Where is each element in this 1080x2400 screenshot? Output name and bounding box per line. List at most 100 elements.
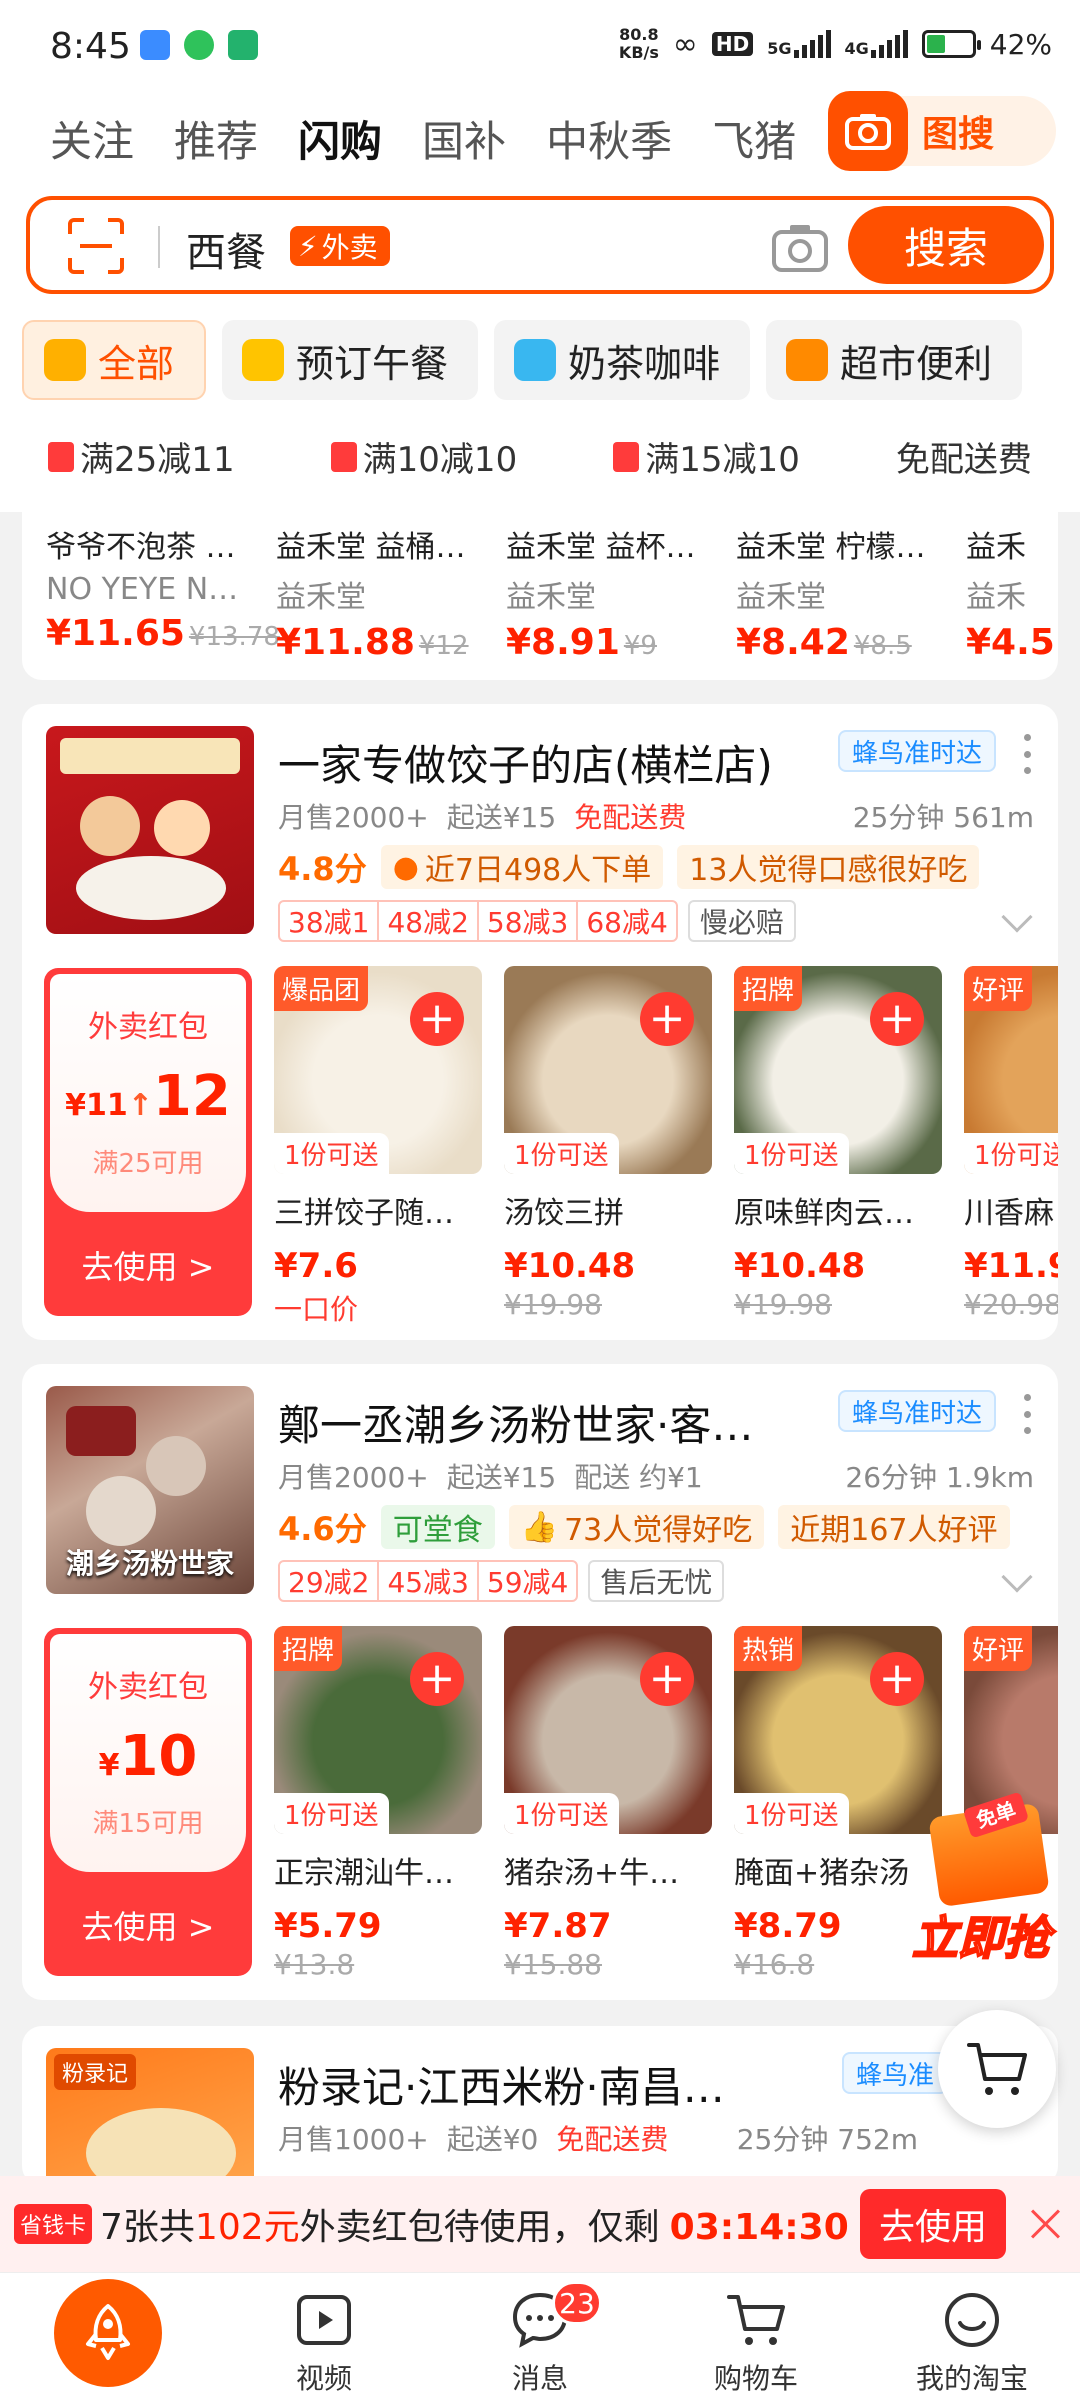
- store-name[interactable]: 一家专做饺子的店(横栏店): [278, 732, 773, 793]
- tab-item[interactable]: 飞猪: [712, 108, 796, 169]
- product-price: ¥11.88 ¥12: [276, 622, 469, 663]
- store-card-3[interactable]: 粉录记 粉录记·江西米粉·南昌… 蜂鸟准 月售1000+ 起送¥0 免配送费 25分…: [22, 2026, 1058, 2186]
- coupon-use-button[interactable]: 去使用 >: [44, 1242, 252, 1288]
- countdown: 03:14:30: [669, 2207, 849, 2248]
- dish-price: ¥11.98: [964, 1246, 1058, 1286]
- red-envelope-coupon[interactable]: 外卖红包 ¥10 满15可用 去使用 >: [44, 1628, 252, 1976]
- dish-name: 正宗潮汕牛…: [274, 1856, 454, 1891]
- search-camera-icon[interactable]: [770, 222, 830, 274]
- more-options-icon[interactable]: [1024, 734, 1032, 774]
- product-item[interactable]: 益禾堂 柠檬… 益禾堂 ¥8.42 ¥8.5: [736, 522, 946, 663]
- shop-icon: [786, 339, 829, 381]
- close-icon[interactable]: [1030, 2209, 1060, 2239]
- product-name: 益禾堂 柠檬…: [736, 530, 926, 565]
- guarantee-tag: 慢必赔: [687, 900, 796, 942]
- dish-limit: 1份可送: [734, 1793, 849, 1834]
- delivery-badge: 蜂鸟准时达: [837, 730, 996, 772]
- store-name[interactable]: 粉录记·江西米粉·南昌…: [278, 2054, 725, 2115]
- red-tag-icon: [613, 441, 640, 472]
- coupon-amount: ¥10: [98, 1724, 198, 1789]
- signal-4g-icon: 4G: [845, 30, 908, 58]
- nav-cart[interactable]: 购物车: [676, 2289, 836, 2397]
- add-to-cart-button[interactable]: +: [410, 1652, 464, 1706]
- dish-badge: 热销: [734, 1626, 803, 1671]
- coupon-title: 外卖红包: [88, 1010, 208, 1045]
- nav-messages[interactable]: 23 消息: [460, 2281, 620, 2397]
- coupon-condition: 满15可用: [92, 1809, 204, 1839]
- category-chip[interactable]: 预订午餐: [222, 320, 479, 400]
- store-name[interactable]: 鄭一丞潮乡汤粉世家·客…: [278, 1392, 753, 1453]
- banner-use-button[interactable]: 去使用: [860, 2189, 1006, 2259]
- expand-chevron-icon[interactable]: [1001, 901, 1033, 933]
- add-to-cart-button[interactable]: +: [870, 992, 924, 1046]
- nav-my-taobao[interactable]: 我的淘宝: [892, 2289, 1052, 2397]
- image-search-button[interactable]: 图搜: [828, 91, 1056, 171]
- highlight-pill: 近期167人好评: [778, 1505, 1010, 1549]
- tab-item[interactable]: 推荐: [174, 108, 258, 169]
- dish-name: 川香麻: [964, 1196, 1054, 1231]
- store-image: 潮乡汤粉世家: [46, 1386, 254, 1594]
- nav-home[interactable]: [54, 2279, 162, 2387]
- red-tag-icon: [48, 441, 75, 472]
- search-bar[interactable]: 西餐 ⚡ 外卖 搜索: [26, 196, 1054, 294]
- coupon-use-button[interactable]: 去使用 >: [44, 1902, 252, 1948]
- category-chip[interactable]: 全部: [22, 320, 207, 400]
- product-item[interactable]: 爷爷不泡茶 … NO YEYE N… ¥11.65 ¥13.78: [46, 522, 280, 654]
- store-card-1[interactable]: 一家专做饺子的店(横栏店) 蜂鸟准时达 月售2000+ 起送¥15 免配送费 25分…: [22, 704, 1058, 1340]
- dish-item[interactable]: 好评 1份可送川香麻 ¥11.98¥20.98: [964, 966, 1058, 1321]
- more-options-icon[interactable]: [1024, 1394, 1032, 1434]
- nav-video[interactable]: 视频: [244, 2289, 404, 2397]
- scan-icon[interactable]: [66, 218, 126, 274]
- expand-chevron-icon[interactable]: [1001, 1561, 1033, 1593]
- flash-grab-button[interactable]: 免单 立即抢: [906, 1791, 1080, 1968]
- filter-chip[interactable]: 满15减10: [613, 432, 800, 481]
- product-name: 益禾堂 益桶…: [276, 530, 466, 565]
- search-button[interactable]: 搜索: [848, 206, 1044, 284]
- milk-tea-icon: [514, 339, 557, 381]
- app-notification-icon: [140, 30, 170, 60]
- store-card-2[interactable]: 潮乡汤粉世家 鄭一丞潮乡汤粉世家·客… 蜂鸟准时达 月售2000+ 起送¥15 配送…: [22, 1364, 1058, 2000]
- product-price: ¥4.5: [966, 622, 1055, 663]
- filter-chip[interactable]: 满25减11: [48, 432, 235, 481]
- highlight-pill: 13人觉得口感很好吃: [677, 845, 980, 889]
- tab-item[interactable]: 关注: [50, 108, 134, 169]
- highlight-pill: 👍 73人觉得好吃: [508, 1505, 765, 1549]
- shop-name: 益禾堂: [736, 580, 826, 615]
- waimai-tag: ⚡ 外卖: [290, 226, 390, 266]
- tab-item[interactable]: 中秋季: [546, 108, 672, 169]
- filter-chip[interactable]: 满10减10: [330, 432, 517, 481]
- product-item[interactable]: 益禾堂 益桶… 益禾堂 ¥11.88 ¥12: [276, 522, 486, 663]
- robot-icon: [228, 30, 258, 60]
- battery-percent: 42%: [989, 27, 1052, 61]
- discount-tags: 29减2 45减3 59减4: [278, 1560, 579, 1602]
- product-item[interactable]: 益禾堂 益杯… 益禾堂 ¥8.91 ¥9: [506, 522, 716, 663]
- notification-icons: [140, 30, 258, 60]
- tab-item[interactable]: 闪购: [298, 108, 382, 169]
- rocket-icon: [86, 2304, 130, 2360]
- coupon-reminder-banner[interactable]: 省钱卡 7张共102元外卖红包待使用，仅剩 03:14:30 去使用: [0, 2176, 1080, 2272]
- add-to-cart-button[interactable]: +: [870, 1652, 924, 1706]
- filter-chip[interactable]: 免配送费: [896, 432, 1032, 481]
- tab-item[interactable]: 国补: [422, 108, 506, 169]
- hd-icon: HD: [711, 32, 754, 56]
- add-to-cart-button[interactable]: +: [640, 992, 694, 1046]
- add-to-cart-button[interactable]: +: [640, 1652, 694, 1706]
- product-price: ¥8.42 ¥8.5: [736, 622, 912, 663]
- dish-limit: 1份可送: [274, 1793, 389, 1834]
- camera-icon: [828, 91, 908, 171]
- product-name: 益禾堂 益杯…: [506, 530, 696, 565]
- red-envelope-coupon[interactable]: 外卖红包 ¥11↑12 满25可用 去使用 >: [44, 968, 252, 1316]
- wechat-icon: [184, 30, 214, 60]
- category-chip[interactable]: 奶茶咖啡: [494, 320, 751, 400]
- floating-cart-button[interactable]: [938, 2010, 1056, 2128]
- store-highlights: 4.8分 ● 近7日498人下单 13人觉得口感很好吃: [278, 844, 980, 890]
- shop-name: NO YEYE N…: [46, 572, 239, 607]
- category-chip[interactable]: 超市便利: [766, 320, 1023, 400]
- category-chips: 全部 预订午餐 奶茶咖啡 超市便利: [22, 320, 1023, 400]
- add-to-cart-button[interactable]: +: [410, 992, 464, 1046]
- shop-name: 益禾: [966, 580, 1026, 615]
- search-query[interactable]: 西餐: [186, 220, 266, 278]
- product-price: ¥8.91 ¥9: [506, 622, 657, 663]
- product-item[interactable]: 益禾 益禾 ¥4.5: [966, 522, 1058, 663]
- signal-5g-icon: 5G: [767, 30, 831, 58]
